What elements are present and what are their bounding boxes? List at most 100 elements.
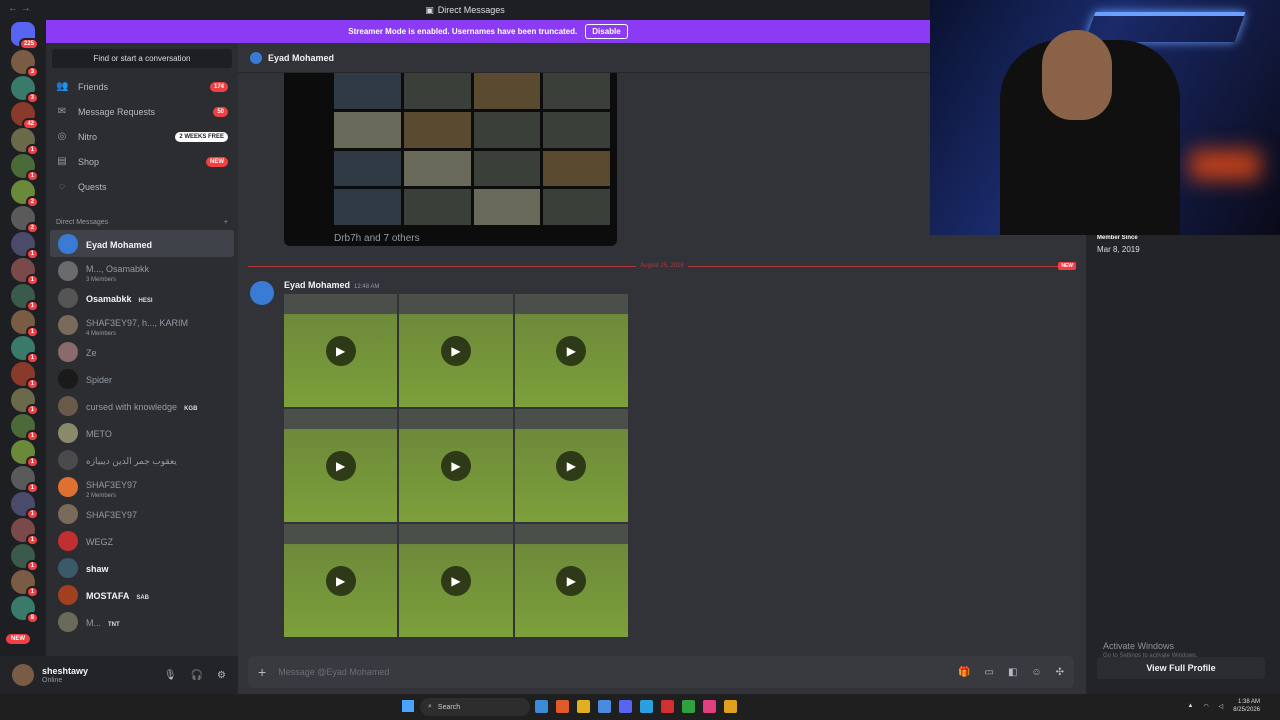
video-attachment[interactable]: ▶ <box>399 294 513 407</box>
microphone-icon[interactable]: 🎙 <box>164 670 177 681</box>
server-icon[interactable]: 1 <box>11 440 39 468</box>
server-icon[interactable]: 1 <box>11 284 39 312</box>
play-icon[interactable]: ▶ <box>325 335 356 366</box>
sticker-icon[interactable]: ◧ <box>1008 667 1017 678</box>
server-icon[interactable]: 1 <box>11 154 39 182</box>
app-icon[interactable] <box>556 700 569 713</box>
app-icon[interactable] <box>598 700 611 713</box>
play-icon[interactable]: ▶ <box>440 565 471 596</box>
play-icon[interactable]: ▶ <box>440 335 471 366</box>
dm-item[interactable]: Spider <box>50 365 234 392</box>
gift-icon[interactable]: 🎁 <box>958 667 970 678</box>
dm-item[interactable]: SHAF3EY97 <box>50 500 234 527</box>
server-icon[interactable]: 1 <box>11 544 39 572</box>
app-icon[interactable] <box>724 700 737 713</box>
video-attachment[interactable]: ▶ <box>284 524 398 637</box>
server-icon[interactable]: 1 <box>11 362 39 390</box>
play-icon[interactable]: ▶ <box>325 450 356 481</box>
server-icon[interactable]: 2 <box>11 180 39 208</box>
add-dm-icon[interactable]: + <box>224 219 228 226</box>
clock[interactable]: 1:38 AM 8/25/2026 <box>1233 698 1260 714</box>
dm-item[interactable]: shaw <box>50 554 234 581</box>
dm-item[interactable]: M... TNT <box>50 608 234 635</box>
dm-item[interactable]: SHAF3EY97, h..., KARIM 4 Members <box>50 311 234 338</box>
app-icon[interactable] <box>640 700 653 713</box>
link-embed[interactable]: Drb7h and 7 others <box>284 73 617 246</box>
add-attachment-icon[interactable]: + <box>258 664 266 680</box>
message-composer[interactable]: + Message @Eyad Mohamed 🎁 ▭ ◧ ☺ ✣ <box>248 656 1074 688</box>
dm-item[interactable]: يعقوب جمر الدين ديبيازه <box>50 446 234 473</box>
user-avatar[interactable] <box>12 664 34 686</box>
chevron-up-icon[interactable]: ▲ <box>1187 703 1193 709</box>
taskbar-search[interactable]: ⌕ Search <box>420 698 530 716</box>
dm-item[interactable]: Ze <box>50 338 234 365</box>
server-icon[interactable]: 3 <box>11 50 39 78</box>
server-icon[interactable]: 1 <box>11 128 39 156</box>
view-full-profile-button[interactable]: View Full Profile <box>1097 657 1265 679</box>
video-attachment[interactable]: ▶ <box>284 409 398 522</box>
server-icon[interactable]: 8 <box>11 596 39 624</box>
server-icon[interactable]: 1 <box>11 518 39 546</box>
server-icon[interactable]: 1 <box>11 492 39 520</box>
dm-item[interactable]: Eyad Mohamed <box>50 230 234 257</box>
headphones-icon[interactable]: 🎧 <box>191 670 203 681</box>
home-discord-icon[interactable]: 225 <box>11 22 39 50</box>
dm-item[interactable]: SHAF3EY97 2 Members <box>50 473 234 500</box>
play-icon[interactable]: ▶ <box>325 565 356 596</box>
recipient-name[interactable]: Eyad Mohamed <box>268 53 334 63</box>
dm-avatar <box>58 476 78 497</box>
server-icon[interactable]: 1 <box>11 414 39 442</box>
play-icon[interactable]: ▶ <box>556 565 587 596</box>
server-icon[interactable]: 1 <box>11 388 39 416</box>
server-icon[interactable]: 1 <box>11 232 39 260</box>
server-icon[interactable]: 1 <box>11 336 39 364</box>
emoji-icon[interactable]: ☺ <box>1031 667 1041 678</box>
dm-item[interactable]: MOSTAFA SAB <box>50 581 234 608</box>
play-icon[interactable]: ▶ <box>440 450 471 481</box>
server-icon[interactable]: 1 <box>11 310 39 338</box>
server-icon[interactable]: 2 <box>11 206 39 234</box>
nav-item-friends[interactable]: 👥 Friends 174 <box>46 74 238 99</box>
dm-item[interactable]: WEGZ <box>50 527 234 554</box>
apps-icon[interactable]: ✣ <box>1056 667 1064 678</box>
search-input[interactable]: Find or start a conversation <box>52 49 232 68</box>
app-icon[interactable] <box>703 700 716 713</box>
nav-item-nitro[interactable]: ◎ Nitro 2 WEEKS FREE <box>46 124 238 149</box>
dm-item[interactable]: METO <box>50 419 234 446</box>
settings-gear-icon[interactable]: ⚙ <box>217 670 226 681</box>
message-author[interactable]: Eyad Mohamed <box>284 280 350 290</box>
nav-item-shop[interactable]: ▤ Shop NEW <box>46 149 238 174</box>
app-icon[interactable] <box>619 700 632 713</box>
dm-item[interactable]: Osamabkk HESI <box>50 284 234 311</box>
volume-icon[interactable]: ◁ <box>1219 703 1224 710</box>
play-icon[interactable]: ▶ <box>556 335 587 366</box>
dm-item[interactable]: M..., Osamabkk 3 Members <box>50 257 234 284</box>
nav-item-quests[interactable]: ◌ Quests <box>46 174 238 199</box>
app-icon[interactable] <box>661 700 674 713</box>
server-icon[interactable]: 1 <box>11 466 39 494</box>
server-icon[interactable]: 1 <box>11 258 39 286</box>
gif-icon[interactable]: ▭ <box>984 667 993 678</box>
message-author-avatar[interactable] <box>250 281 274 305</box>
nav-item-message-requests[interactable]: ✉ Message Requests 50 <box>46 99 238 124</box>
app-icon[interactable] <box>577 700 590 713</box>
dm-item[interactable]: cursed with knowledge KGB <box>50 392 234 419</box>
server-icon[interactable]: 3 <box>11 76 39 104</box>
video-attachment[interactable]: ▶ <box>514 524 629 637</box>
play-icon[interactable]: ▶ <box>556 450 587 481</box>
video-attachment[interactable]: ▶ <box>284 294 398 407</box>
message-input[interactable]: Message @Eyad Mohamed <box>278 667 389 677</box>
video-attachment[interactable]: ▶ <box>399 409 513 522</box>
server-icon[interactable]: 1 <box>11 570 39 598</box>
nav-arrows-icon[interactable]: ← → <box>8 3 31 14</box>
recipient-avatar[interactable] <box>250 51 262 64</box>
video-attachment[interactable]: ▶ <box>399 524 513 637</box>
app-icon[interactable] <box>682 700 695 713</box>
video-attachment[interactable]: ▶ <box>514 294 629 407</box>
server-icon[interactable]: 42 <box>11 102 39 130</box>
wifi-icon[interactable]: ◠ <box>1203 703 1208 710</box>
video-attachment[interactable]: ▶ <box>514 409 629 522</box>
app-icon[interactable] <box>535 700 548 713</box>
windows-start-icon[interactable] <box>402 700 414 712</box>
disable-streamer-button[interactable]: Disable <box>585 24 628 39</box>
